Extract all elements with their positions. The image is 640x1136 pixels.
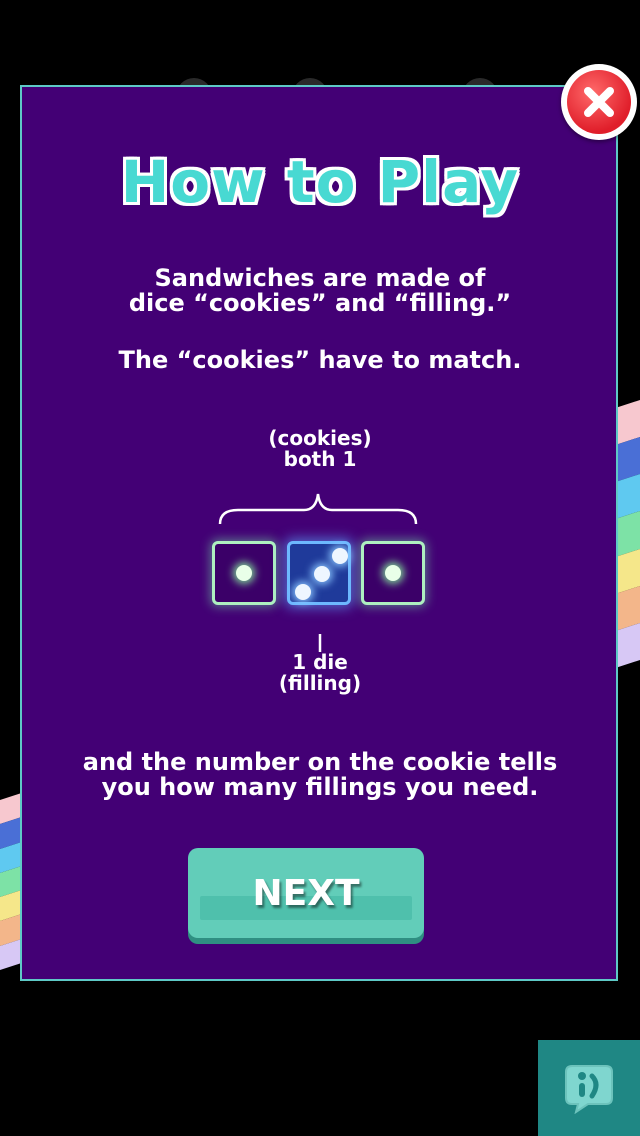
cookies-label: (cookies) both 1 [268,426,372,471]
modal-title: How to Play [120,148,520,216]
next-button-label: NEXT [252,872,360,914]
die-pip [314,566,330,582]
brace-icon [218,493,418,525]
die-pip [295,584,311,600]
explanation-text: and the number on the cookie tells you h… [82,748,558,802]
cookie-die-right [361,541,425,605]
die-pip [385,565,401,581]
intro-text: Sandwiches are made of dice “cookies” an… [128,264,512,318]
rule-text: The “cookies” have to match. [118,346,522,374]
close-icon [567,70,631,134]
die-pip [236,565,252,581]
next-button[interactable]: NEXT [188,848,424,938]
filling-die [287,541,351,605]
cookie-die-left [212,541,276,605]
chat-bubble-icon [565,1065,613,1114]
die-pip [332,548,348,564]
filling-label: 1 die (filling) [278,650,362,695]
how-to-play-modal [20,85,618,981]
corner-app-button[interactable] [538,1040,640,1136]
close-button[interactable] [561,64,637,140]
